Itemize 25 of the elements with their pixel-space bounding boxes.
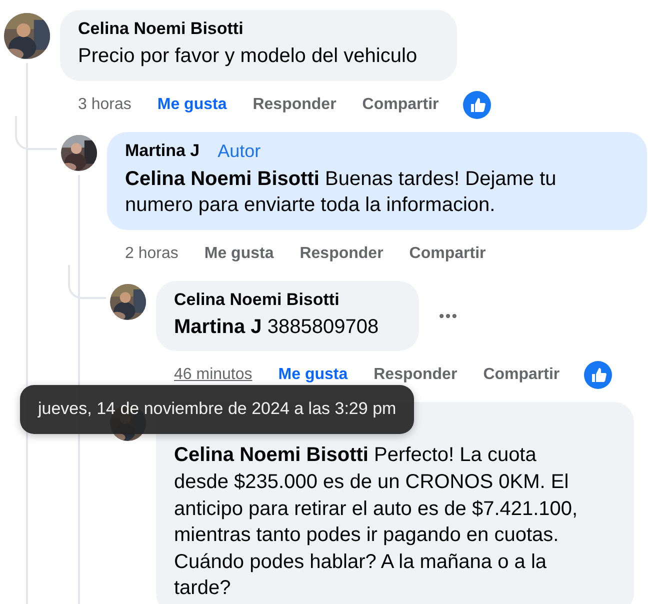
timestamp-link[interactable]: 46 minutos	[174, 366, 252, 384]
thread-connector	[15, 116, 57, 150]
thumbs-up-icon[interactable]	[584, 361, 612, 390]
thread-connector	[68, 264, 106, 299]
author-name[interactable]: Martina J	[125, 141, 200, 162]
comment-text: Precio por favor y modelo del vehiculo	[78, 44, 418, 69]
reply-link[interactable]: Responder	[374, 366, 458, 384]
timestamp-link[interactable]: 2 horas	[125, 244, 178, 263]
share-link[interactable]: Compartir	[362, 96, 439, 114]
thumbs-up-icon[interactable]	[462, 90, 491, 119]
author-name[interactable]: Celina Noemi Bisotti	[78, 19, 244, 39]
date-tooltip: jueves, 14 de noviembre de 2024 a las 3:29 pm	[20, 385, 414, 434]
share-link[interactable]: Compartir	[409, 244, 486, 263]
share-link[interactable]: Compartir	[483, 366, 560, 384]
reply-link[interactable]: Responder	[300, 244, 384, 263]
like-link[interactable]: Me gusta	[204, 244, 274, 263]
comment-text: Martina J 3885809708	[174, 314, 379, 340]
like-link[interactable]: Me gusta	[157, 96, 227, 114]
like-link[interactable]: Me gusta	[278, 366, 348, 384]
author-label: Autor	[218, 140, 261, 162]
comment-text: Celina Noemi Bisotti Buenas tardes! Dejame tu numero para enviarte toda la informacion.	[125, 166, 558, 218]
timestamp-link[interactable]: 3 horas	[78, 96, 132, 114]
author-name[interactable]: Celina Noemi Bisotti	[174, 290, 340, 310]
reply-link[interactable]: Responder	[252, 96, 336, 114]
comment-text: Celina Noemi Bisotti Perfecto! La cuota desde $235.000 es de un CRONOS 0KM. El anticipo para retirar el auto es de $7.421.100, mientras tanto podes ir pagando en cuotas. Cuándo podes hablar? A la mañana o a la tarde?	[174, 443, 579, 602]
